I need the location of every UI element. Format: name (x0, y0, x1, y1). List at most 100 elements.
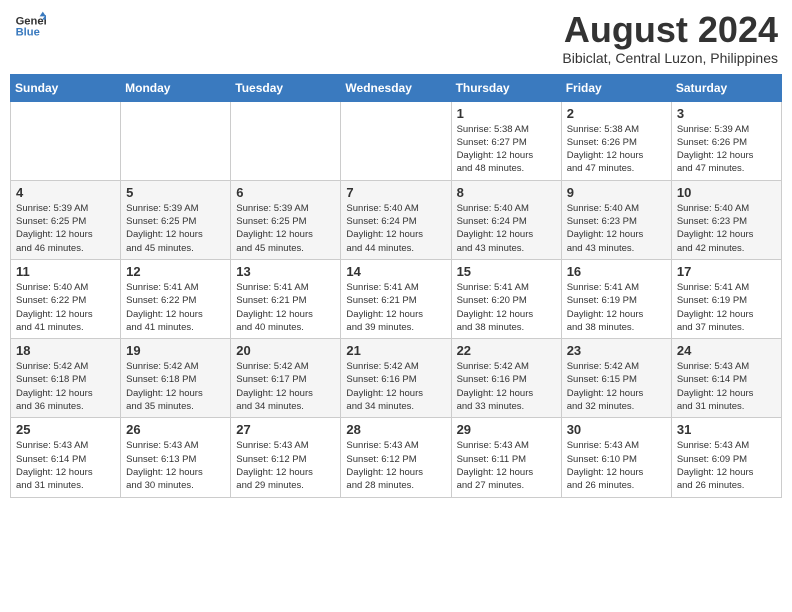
day-info: Sunrise: 5:43 AM Sunset: 6:13 PM Dayligh… (126, 439, 225, 492)
calendar-cell: 9 Sunrise: 5:40 AM Sunset: 6:23 PM Daylig… (561, 180, 671, 259)
calendar-cell: 28Sunrise: 5:43 AM Sunset: 6:12 PM Dayli… (341, 418, 451, 497)
calendar-cell: 10 Sunrise: 5:40 AM Sunset: 6:23 PM Dayli… (671, 180, 781, 259)
calendar-cell: 31 Sunrise: 5:43 AM Sunset: 6:09 PM Dayli… (671, 418, 781, 497)
calendar-cell: 22Sunrise: 5:42 AM Sunset: 6:16 PM Dayli… (451, 339, 561, 418)
day-number: 30 (567, 422, 666, 437)
day-info: Sunrise: 5:39 AM Sunset: 6:26 PM Dayligh… (677, 123, 776, 176)
day-number: 12 (126, 264, 225, 279)
day-number: 26 (126, 422, 225, 437)
page-header: General Blue August 2024 Bibiclat, Centr… (10, 10, 782, 66)
calendar-cell: 5Sunrise: 5:39 AM Sunset: 6:25 PM Daylig… (121, 180, 231, 259)
day-info: Sunrise: 5:38 AM Sunset: 6:26 PM Dayligh… (567, 123, 666, 176)
calendar-cell: 15 Sunrise: 5:41 AM Sunset: 6:20 PM Dayli… (451, 259, 561, 338)
day-info: Sunrise: 5:43 AM Sunset: 6:14 PM Dayligh… (16, 439, 115, 492)
calendar-cell (11, 101, 121, 180)
day-number: 11 (16, 264, 115, 279)
day-info: Sunrise: 5:39 AM Sunset: 6:25 PM Dayligh… (236, 202, 335, 255)
day-number: 27 (236, 422, 335, 437)
calendar-cell: 2 Sunrise: 5:38 AM Sunset: 6:26 PM Daylig… (561, 101, 671, 180)
day-number: 17 (677, 264, 776, 279)
day-number: 18 (16, 343, 115, 358)
title-area: August 2024 Bibiclat, Central Luzon, Phi… (562, 10, 778, 66)
day-number: 13 (236, 264, 335, 279)
weekday-header-wednesday: Wednesday (341, 74, 451, 101)
day-number: 15 (457, 264, 556, 279)
day-number: 9 (567, 185, 666, 200)
day-number: 28 (346, 422, 445, 437)
day-info: Sunrise: 5:42 AM Sunset: 6:16 PM Dayligh… (457, 360, 556, 413)
day-number: 2 (567, 106, 666, 121)
logo: General Blue (14, 10, 46, 42)
day-number: 19 (126, 343, 225, 358)
weekday-header-thursday: Thursday (451, 74, 561, 101)
day-info: Sunrise: 5:43 AM Sunset: 6:11 PM Dayligh… (457, 439, 556, 492)
calendar-cell: 17 Sunrise: 5:41 AM Sunset: 6:19 PM Dayli… (671, 259, 781, 338)
calendar-cell: 19 Sunrise: 5:42 AM Sunset: 6:18 PM Dayli… (121, 339, 231, 418)
day-info: Sunrise: 5:42 AM Sunset: 6:17 PM Dayligh… (236, 360, 335, 413)
day-info: Sunrise: 5:39 AM Sunset: 6:25 PM Dayligh… (16, 202, 115, 255)
calendar-cell: 30Sunrise: 5:43 AM Sunset: 6:10 PM Dayli… (561, 418, 671, 497)
calendar-cell: 21Sunrise: 5:42 AM Sunset: 6:16 PM Dayli… (341, 339, 451, 418)
day-info: Sunrise: 5:42 AM Sunset: 6:18 PM Dayligh… (126, 360, 225, 413)
day-number: 10 (677, 185, 776, 200)
day-number: 6 (236, 185, 335, 200)
day-number: 5 (126, 185, 225, 200)
day-info: Sunrise: 5:40 AM Sunset: 6:23 PM Dayligh… (677, 202, 776, 255)
calendar-cell: 20 Sunrise: 5:42 AM Sunset: 6:17 PM Dayli… (231, 339, 341, 418)
logo-icon: General Blue (14, 10, 46, 42)
location-subtitle: Bibiclat, Central Luzon, Philippines (562, 50, 778, 66)
calendar-week-2: 4 Sunrise: 5:39 AM Sunset: 6:25 PM Daylig… (11, 180, 782, 259)
calendar-week-3: 11 Sunrise: 5:40 AM Sunset: 6:22 PM Dayli… (11, 259, 782, 338)
calendar-cell: 16Sunrise: 5:41 AM Sunset: 6:19 PM Dayli… (561, 259, 671, 338)
day-number: 20 (236, 343, 335, 358)
day-number: 4 (16, 185, 115, 200)
day-number: 8 (457, 185, 556, 200)
calendar-table: SundayMondayTuesdayWednesdayThursdayFrid… (10, 74, 782, 498)
day-info: Sunrise: 5:42 AM Sunset: 6:18 PM Dayligh… (16, 360, 115, 413)
day-info: Sunrise: 5:41 AM Sunset: 6:19 PM Dayligh… (567, 281, 666, 334)
day-info: Sunrise: 5:42 AM Sunset: 6:15 PM Dayligh… (567, 360, 666, 413)
calendar-cell: 3Sunrise: 5:39 AM Sunset: 6:26 PM Daylig… (671, 101, 781, 180)
day-number: 31 (677, 422, 776, 437)
calendar-cell: 4 Sunrise: 5:39 AM Sunset: 6:25 PM Daylig… (11, 180, 121, 259)
svg-text:Blue: Blue (16, 27, 40, 39)
weekday-header-row: SundayMondayTuesdayWednesdayThursdayFrid… (11, 74, 782, 101)
day-info: Sunrise: 5:41 AM Sunset: 6:19 PM Dayligh… (677, 281, 776, 334)
calendar-cell: 13Sunrise: 5:41 AM Sunset: 6:21 PM Dayli… (231, 259, 341, 338)
calendar-week-4: 18 Sunrise: 5:42 AM Sunset: 6:18 PM Dayli… (11, 339, 782, 418)
calendar-cell: 29Sunrise: 5:43 AM Sunset: 6:11 PM Dayli… (451, 418, 561, 497)
calendar-cell: 1 Sunrise: 5:38 AM Sunset: 6:27 PM Daylig… (451, 101, 561, 180)
day-number: 1 (457, 106, 556, 121)
day-info: Sunrise: 5:40 AM Sunset: 6:22 PM Dayligh… (16, 281, 115, 334)
calendar-cell (121, 101, 231, 180)
day-number: 7 (346, 185, 445, 200)
day-info: Sunrise: 5:40 AM Sunset: 6:23 PM Dayligh… (567, 202, 666, 255)
day-info: Sunrise: 5:38 AM Sunset: 6:27 PM Dayligh… (457, 123, 556, 176)
svg-text:General: General (16, 15, 46, 27)
day-info: Sunrise: 5:41 AM Sunset: 6:20 PM Dayligh… (457, 281, 556, 334)
weekday-header-monday: Monday (121, 74, 231, 101)
day-number: 25 (16, 422, 115, 437)
calendar-cell: 6 Sunrise: 5:39 AM Sunset: 6:25 PM Daylig… (231, 180, 341, 259)
calendar-cell: 8Sunrise: 5:40 AM Sunset: 6:24 PM Daylig… (451, 180, 561, 259)
day-info: Sunrise: 5:43 AM Sunset: 6:09 PM Dayligh… (677, 439, 776, 492)
weekday-header-friday: Friday (561, 74, 671, 101)
calendar-cell (341, 101, 451, 180)
calendar-cell: 27 Sunrise: 5:43 AM Sunset: 6:12 PM Dayli… (231, 418, 341, 497)
day-info: Sunrise: 5:41 AM Sunset: 6:21 PM Dayligh… (346, 281, 445, 334)
calendar-cell: 18 Sunrise: 5:42 AM Sunset: 6:18 PM Dayli… (11, 339, 121, 418)
calendar-week-1: 1 Sunrise: 5:38 AM Sunset: 6:27 PM Daylig… (11, 101, 782, 180)
calendar-cell: 7 Sunrise: 5:40 AM Sunset: 6:24 PM Daylig… (341, 180, 451, 259)
weekday-header-sunday: Sunday (11, 74, 121, 101)
calendar-cell: 12 Sunrise: 5:41 AM Sunset: 6:22 PM Dayli… (121, 259, 231, 338)
month-year-title: August 2024 (562, 10, 778, 50)
weekday-header-tuesday: Tuesday (231, 74, 341, 101)
day-info: Sunrise: 5:40 AM Sunset: 6:24 PM Dayligh… (346, 202, 445, 255)
day-info: Sunrise: 5:42 AM Sunset: 6:16 PM Dayligh… (346, 360, 445, 413)
day-info: Sunrise: 5:41 AM Sunset: 6:22 PM Dayligh… (126, 281, 225, 334)
day-number: 24 (677, 343, 776, 358)
calendar-cell: 11 Sunrise: 5:40 AM Sunset: 6:22 PM Dayli… (11, 259, 121, 338)
calendar-cell (231, 101, 341, 180)
calendar-cell: 23Sunrise: 5:42 AM Sunset: 6:15 PM Dayli… (561, 339, 671, 418)
day-info: Sunrise: 5:43 AM Sunset: 6:12 PM Dayligh… (236, 439, 335, 492)
